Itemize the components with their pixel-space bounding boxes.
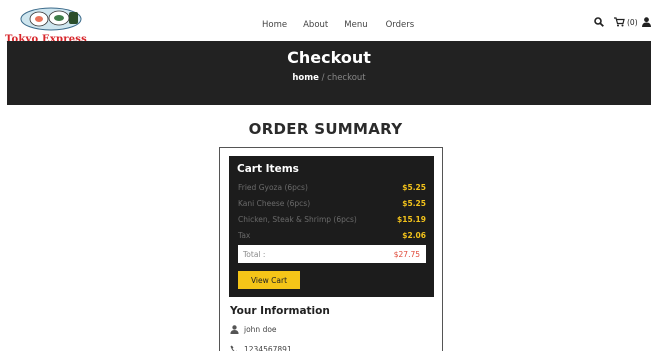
breadcrumb-current: checkout [327, 73, 366, 83]
cart-item-price: $15.19 [397, 215, 426, 224]
cart-item-row: Chicken, Steak & Shrimp (6pcs) $15.19 [238, 215, 426, 224]
info-name-row: john doe [230, 325, 277, 334]
order-summary-card: Cart Items Fried Gyoza (6pcs) $5.25 Kani… [219, 147, 443, 351]
total-value: $27.75 [393, 249, 420, 259]
info-name: john doe [244, 325, 277, 334]
cart-item-name: Fried Gyoza (6pcs) [238, 183, 308, 192]
nav-about[interactable]: About [303, 20, 328, 30]
cart-item-name: Chicken, Steak & Shrimp (6pcs) [238, 215, 357, 224]
page-banner: Checkout home / checkout [7, 41, 651, 105]
view-cart-button[interactable]: View Cart [238, 271, 300, 289]
order-summary-title: ORDER SUMMARY [248, 120, 403, 138]
cart-items-box: Cart Items Fried Gyoza (6pcs) $5.25 Kani… [229, 156, 434, 297]
search-icon[interactable] [594, 17, 604, 27]
cart-item-row: Kani Cheese (6pcs) $5.25 [238, 199, 426, 208]
info-phone-row: 1234567891 [230, 345, 292, 351]
nav-home[interactable]: Home [262, 20, 287, 30]
brand-logo[interactable]: Tokyo Express [5, 6, 97, 46]
breadcrumb-home[interactable]: home [292, 73, 319, 83]
total-bar: Total : $27.75 [238, 245, 426, 263]
page-title: Checkout [287, 48, 371, 67]
header-actions: (0) [594, 17, 651, 27]
cart-item-price: $5.25 [402, 199, 426, 208]
tax-value: $2.06 [402, 231, 426, 240]
user-icon[interactable] [641, 17, 651, 27]
user-icon [230, 325, 239, 334]
tax-label: Tax [238, 231, 251, 240]
cart-item-price: $5.25 [402, 183, 426, 192]
nav-orders[interactable]: Orders [386, 20, 415, 30]
breadcrumb-separator: / [321, 73, 325, 83]
main-nav: Home About Menu Orders [262, 20, 414, 30]
cart-item-name: Kani Cheese (6pcs) [238, 199, 311, 208]
tax-row: Tax $2.06 [238, 231, 426, 240]
logo-image [20, 7, 82, 31]
info-phone: 1234567891 [244, 345, 292, 351]
cart-items-heading: Cart Items [237, 163, 299, 175]
cart-icon[interactable] [614, 17, 625, 27]
cart-item-row: Fried Gyoza (6pcs) $5.25 [238, 183, 426, 192]
nav-menu[interactable]: Menu [344, 20, 367, 30]
cart-count[interactable]: (0) [627, 18, 638, 27]
your-information-heading: Your Information [230, 305, 330, 317]
total-label: Total : [243, 249, 266, 259]
phone-icon [230, 345, 238, 351]
breadcrumb: home / checkout [7, 73, 651, 83]
